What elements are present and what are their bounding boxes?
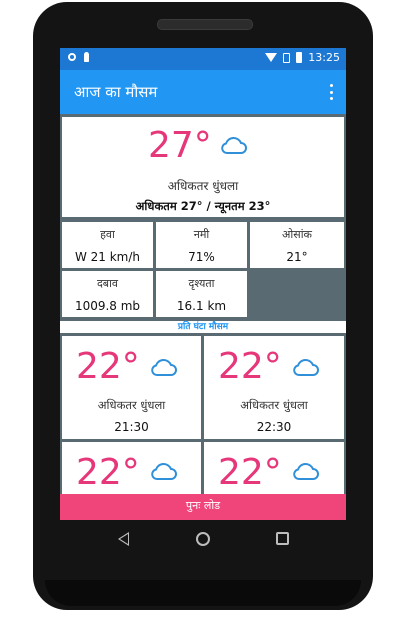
phone-speaker — [157, 19, 253, 30]
stat-value: 71% — [188, 250, 215, 264]
stat-value: 21° — [286, 250, 308, 264]
current-temperature: 27° — [148, 125, 212, 166]
status-time: 13:25 — [308, 51, 340, 64]
stat-label: हवा — [100, 228, 115, 241]
hourly-temperature: 22° — [218, 452, 282, 493]
phone-shadow — [45, 580, 361, 606]
stat-wind: हवा W 21 km/h — [62, 222, 153, 268]
current-max-min: अधिकतम 27° / न्यूनतम 23° — [135, 199, 271, 213]
reload-button[interactable]: पुनः लोड — [60, 494, 346, 520]
hourly-time: 22:30 — [256, 420, 292, 434]
current-weather-card: 27° अधिकतर धुंधला अधिकतम 27° / न्यूनतम 2… — [62, 117, 344, 217]
battery-icon — [296, 52, 303, 63]
stat-visibility: दृश्यता 16.1 km — [156, 271, 247, 317]
hourly-card: 22° — [62, 442, 201, 502]
pin-icon — [84, 52, 89, 62]
current-condition: अधिकतर धुंधला — [167, 179, 239, 193]
hourly-card: 22° अधिकतर धुंधला 22:30 — [204, 336, 344, 439]
app-title: आज का मौसम — [74, 83, 158, 101]
hourly-title: प्रति घंटा मौसम — [60, 321, 346, 333]
stat-value: 16.1 km — [176, 299, 227, 313]
stat-value: W 21 km/h — [74, 250, 141, 264]
hourly-card: 22° — [204, 442, 344, 502]
sync-icon — [68, 53, 76, 61]
stat-label: नमी — [193, 228, 210, 241]
cloud-icon — [221, 137, 247, 155]
app-bar: आज का मौसम — [60, 70, 346, 114]
hourly-condition: अधिकतर धुंधला — [240, 398, 308, 412]
back-icon-inner — [120, 534, 128, 544]
more-vert-icon[interactable] — [330, 84, 334, 100]
home-icon[interactable] — [196, 532, 210, 546]
stat-humidity: नमी 71% — [156, 222, 247, 268]
stat-dew-point: ओसांक 21° — [250, 222, 344, 268]
stat-pressure: दबाव 1009.8 mb — [62, 271, 153, 317]
hourly-card: 22° अधिकतर धुंधला 21:30 — [62, 336, 201, 439]
sim-icon — [283, 52, 291, 63]
hourly-temperature: 22° — [218, 346, 282, 387]
app-screen: 13:25 आज का मौसम 27° अधिकतर धुंधला अधिकत… — [60, 48, 346, 520]
cloud-icon — [293, 463, 319, 481]
cloud-icon — [151, 359, 177, 377]
status-bar: 13:25 — [60, 48, 346, 70]
hourly-time: 21:30 — [114, 420, 149, 434]
recent-apps-icon[interactable] — [276, 532, 289, 545]
hourly-temperature: 22° — [76, 452, 140, 493]
stat-value: 1009.8 mb — [74, 299, 141, 313]
stat-label: दबाव — [96, 277, 119, 290]
hourly-temperature: 22° — [76, 346, 140, 387]
stat-label: दृश्यता — [188, 277, 215, 290]
cloud-icon — [293, 359, 319, 377]
navigation-bar — [60, 520, 346, 560]
stat-label: ओसांक — [282, 228, 312, 241]
hourly-condition: अधिकतर धुंधला — [97, 398, 166, 412]
wifi-icon — [265, 53, 278, 62]
cloud-icon — [151, 463, 177, 481]
